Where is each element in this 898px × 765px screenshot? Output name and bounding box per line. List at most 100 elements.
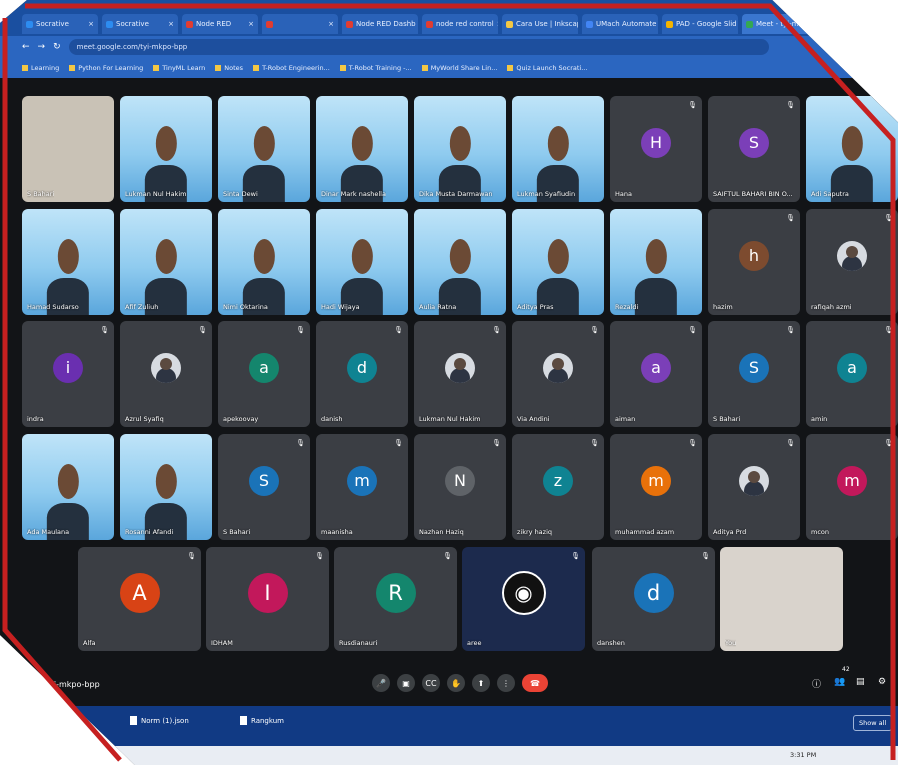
participant-tile[interactable]: Lukman Syafiudin — [512, 96, 604, 202]
participant-tile[interactable]: Nimi Oktarina — [218, 209, 310, 315]
bookmark-item[interactable]: Quiz Launch Socrati... — [507, 64, 587, 72]
mic-icon[interactable]: 🎤 — [372, 674, 390, 692]
reload-icon[interactable]: ↻ — [53, 42, 61, 52]
participant-tile[interactable]: You — [720, 547, 843, 651]
close-tab-icon[interactable]: × — [328, 20, 334, 28]
participant-tile[interactable]: m 🎙 muhammad azam — [610, 434, 702, 540]
participant-tile[interactable]: Adi Saputra — [806, 96, 898, 202]
bookmark-item[interactable]: T-Robot Training -... — [340, 64, 412, 72]
show-all-button[interactable]: Show all — [853, 715, 893, 731]
participant-avatar: S — [739, 352, 769, 383]
participant-tile[interactable]: m 🎙 mcon — [806, 434, 898, 540]
participant-tile[interactable]: d 🎙 danshen — [592, 547, 715, 651]
participant-tile[interactable]: S 🎙 S Bahari — [708, 321, 800, 427]
mic-muted-icon: 🎙 — [296, 439, 305, 447]
participant-tile[interactable]: S 🎙 SAIFTUL BAHARI BIN O... — [708, 96, 800, 202]
browser-tab[interactable]: Meet - tyi-mi × — [742, 14, 818, 34]
participant-name: Aditya Pras — [517, 303, 554, 311]
participant-avatar: N — [445, 465, 475, 496]
participant-tile[interactable]: Rezaldi — [610, 209, 702, 315]
close-tab-icon[interactable]: × — [88, 20, 94, 28]
camera-icon[interactable]: ▣ — [397, 674, 415, 692]
participant-name: S Bahari — [27, 190, 55, 198]
tab-label: Meet - tyi-mi — [756, 20, 801, 28]
browser-tab[interactable]: Node RED × — [182, 14, 258, 34]
close-tab-icon[interactable]: × — [808, 20, 814, 28]
participant-tile[interactable]: H 🎙 Hana — [610, 96, 702, 202]
url-field[interactable]: meet.google.com/tyi-mkpo-bpp — [68, 39, 769, 55]
present-icon[interactable]: ⬆ — [472, 674, 490, 692]
browser-tab[interactable]: node red control× — [422, 14, 498, 34]
captions-icon[interactable]: CC — [422, 674, 440, 692]
participant-tile[interactable]: h 🎙 hazim — [708, 209, 800, 315]
participant-tile[interactable]: Aditya Pras — [512, 209, 604, 315]
activities-icon[interactable]: ⚙ — [878, 677, 886, 687]
browser-tab[interactable]: Node RED Dashb× — [342, 14, 418, 34]
chat-icon[interactable]: ▤ — [856, 677, 865, 687]
participant-tile[interactable]: 🎙 Aditya Prd — [708, 434, 800, 540]
participant-tile[interactable]: Rosanni Afandi — [120, 434, 212, 540]
back-icon[interactable]: ← — [22, 42, 30, 52]
mic-muted-icon: 🎙 — [786, 326, 795, 334]
forward-icon[interactable]: → — [38, 42, 46, 52]
download-item[interactable]: Rangkum — [240, 716, 284, 725]
bookmark-item[interactable]: Python For Learning — [69, 64, 143, 72]
participant-tile[interactable]: ◉ 🎙 aree — [462, 547, 585, 651]
participant-tile[interactable]: 🎙 rafiqah azmi — [806, 209, 898, 315]
participant-avatar: d — [347, 352, 377, 383]
participant-name: Dika Musta Darmawan — [419, 190, 493, 198]
download-item[interactable]: Norm (1).json — [130, 716, 189, 725]
participant-tile[interactable]: 🎙 Azrul Syafiq — [120, 321, 212, 427]
participant-tile[interactable]: a 🎙 aiman — [610, 321, 702, 427]
browser-tab[interactable]: × — [262, 14, 338, 34]
participant-tile[interactable]: S Bahari — [22, 96, 114, 202]
participant-tile[interactable]: N 🎙 Nazhan Haziq — [414, 434, 506, 540]
participant-tile[interactable]: A 🎙 Alfa — [78, 547, 201, 651]
participant-tile[interactable]: Hadi Wijaya — [316, 209, 408, 315]
mic-muted-icon: 🎙 — [198, 326, 207, 334]
browser-tab[interactable]: PAD - Google Slid× — [662, 14, 738, 34]
people-icon[interactable]: 👥 — [834, 677, 845, 687]
participant-avatar: I — [247, 572, 288, 613]
browser-tab[interactable]: Running on Windo× — [822, 14, 898, 34]
browser-tab[interactable]: Cara Use | Inkscape× — [502, 14, 578, 34]
participant-tile[interactable]: Sinta Dewi — [218, 96, 310, 202]
close-tab-icon[interactable]: × — [497, 20, 498, 28]
participant-tile[interactable]: I 🎙 IDHAM — [206, 547, 329, 651]
participant-tile[interactable]: Hamad Sudarso — [22, 209, 114, 315]
more-icon[interactable]: ⋮ — [497, 674, 515, 692]
participant-tile[interactable]: Dika Musta Darmawan — [414, 96, 506, 202]
bookmark-item[interactable]: MyWorld Share Lin... — [422, 64, 498, 72]
bookmark-item[interactable]: TinyML Learn — [153, 64, 205, 72]
participant-tile[interactable]: S 🎙 S Bahari — [218, 434, 310, 540]
participant-tile[interactable]: m 🎙 maanisha — [316, 434, 408, 540]
participant-tile[interactable]: Afif Zuliuh — [120, 209, 212, 315]
close-tab-icon[interactable]: × — [248, 20, 254, 28]
browser-tab[interactable]: Socrative × — [22, 14, 98, 34]
end-call-icon[interactable]: ☎ — [522, 674, 548, 692]
participant-tile[interactable]: Lukman Nul Hakim — [120, 96, 212, 202]
participant-tile[interactable]: d 🎙 danish — [316, 321, 408, 427]
bookmark-item[interactable]: Notes — [215, 64, 243, 72]
info-icon[interactable]: ⓘ — [812, 677, 821, 690]
participant-tile[interactable]: R 🎙 Rusdianauri — [334, 547, 457, 651]
participant-tile[interactable]: a 🎙 amin — [806, 321, 898, 427]
raise-hand-icon[interactable]: ✋ — [447, 674, 465, 692]
tab-label: node red control — [436, 20, 494, 28]
bookmark-item[interactable]: T-Robot Engineerin... — [253, 64, 330, 72]
participant-tile[interactable]: Ada Maulana — [22, 434, 114, 540]
browser-tab[interactable]: Socrative × — [102, 14, 178, 34]
participant-tile[interactable]: 🎙 Lukman Nul Hakim — [414, 321, 506, 427]
participant-tile[interactable]: Aulia Ratna — [414, 209, 506, 315]
participant-tile[interactable]: Dinar Mark nashella — [316, 96, 408, 202]
browser-tab[interactable]: UMach Automate× — [582, 14, 658, 34]
participant-tile[interactable]: 🎙 Via Andini — [512, 321, 604, 427]
participant-tile[interactable]: a 🎙 apekoovay — [218, 321, 310, 427]
participant-name: SAIFTUL BAHARI BIN O... — [713, 190, 793, 198]
bookmark-item[interactable]: Learning — [22, 64, 59, 72]
tab-favicon-icon — [266, 20, 273, 28]
participant-avatar: a — [641, 352, 671, 383]
participant-tile[interactable]: i 🎙 indra — [22, 321, 114, 427]
participant-tile[interactable]: z 🎙 zikry haziq — [512, 434, 604, 540]
close-tab-icon[interactable]: × — [168, 20, 174, 28]
